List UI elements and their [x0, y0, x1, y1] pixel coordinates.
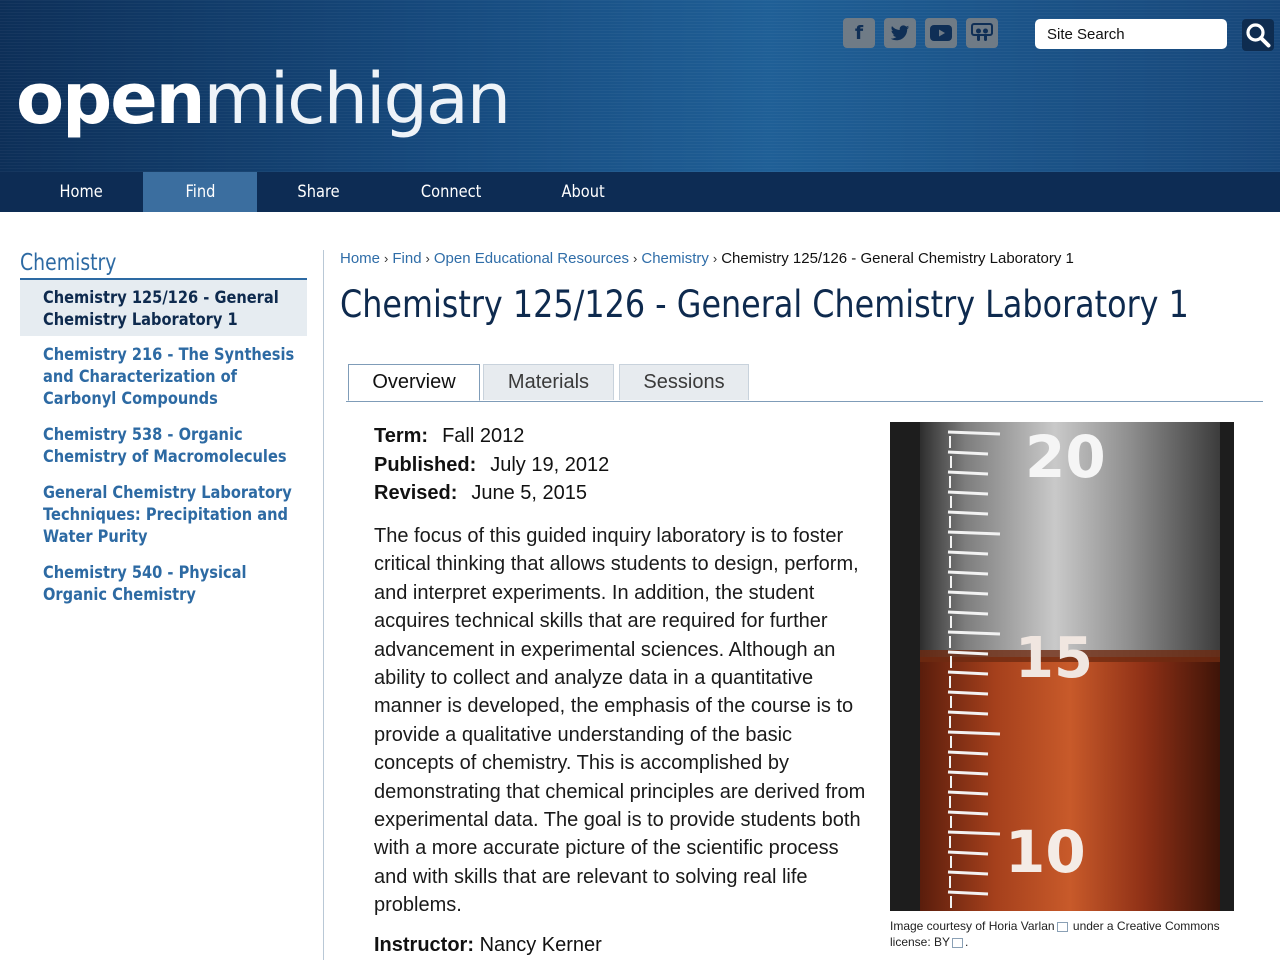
scale-tick	[947, 450, 989, 456]
published-row: Published: July 19, 2012	[374, 451, 609, 480]
youtube-icon[interactable]	[925, 18, 957, 48]
scale-tick	[947, 830, 1001, 836]
breadcrumb-home[interactable]: Home	[340, 250, 380, 267]
revised-label: Revised:	[374, 482, 458, 504]
term-label: Term:	[374, 425, 429, 447]
scale-tick	[947, 530, 1001, 536]
openmichigan-logo[interactable]: openmichigan	[16, 64, 511, 134]
scale-tick	[947, 850, 989, 856]
breadcrumb-current: Chemistry 125/126 - General Chemistry La…	[721, 250, 1074, 267]
instructor-row: Instructor: Nancy Kerner	[374, 934, 602, 957]
image-caption: Image courtesy of Horia Varlan under a C…	[890, 919, 1220, 949]
page-title: Chemistry 125/126 - General Chemistry La…	[340, 283, 1189, 326]
scale-tick	[947, 490, 989, 496]
scale-tick	[947, 670, 989, 676]
scale-tick	[947, 650, 989, 656]
published-value: July 19, 2012	[490, 453, 610, 476]
scale-tick	[947, 770, 989, 776]
sidebar-item-chem-538[interactable]: Chemistry 538 - Organic Chemistry of Mac…	[20, 416, 307, 474]
nav-find[interactable]: Find	[143, 172, 257, 212]
scale-tick	[947, 890, 989, 896]
scale-tick	[947, 590, 989, 596]
breadcrumb: Home › Find › Open Educational Resources › Che…	[340, 250, 1074, 267]
published-label: Published:	[374, 453, 477, 476]
scale-tick	[947, 570, 989, 576]
scale-label-10: 10	[1005, 818, 1086, 886]
tab-bar: Overview Materials Sessions	[346, 364, 1263, 402]
instructor-value: Nancy Kerner	[479, 934, 602, 956]
graduated-cylinder-image: 20 15 10	[890, 422, 1234, 911]
breadcrumb-separator: ›	[425, 251, 430, 266]
sidebar-item-chem-540[interactable]: Chemistry 540 - Physical Organic Chemist…	[20, 554, 307, 612]
site-search-input[interactable]	[1035, 19, 1227, 49]
scale-tick	[947, 810, 989, 816]
scale-tick	[947, 730, 1001, 736]
sidebar-item-general-lab-techniques[interactable]: General Chemistry Laboratory Techniques:…	[20, 474, 307, 554]
scale-tick	[947, 470, 989, 476]
search-icon	[1246, 23, 1271, 48]
nav-about[interactable]: About	[521, 172, 645, 212]
breadcrumb-separator: ›	[633, 251, 638, 266]
scale-tick	[947, 870, 989, 876]
sidebar-item-chem-216[interactable]: Chemistry 216 - The Synthesis and Charac…	[20, 336, 307, 416]
term-value: Fall 2012	[442, 425, 525, 447]
instructor-label: Instructor:	[374, 934, 474, 956]
slideshare-icon[interactable]	[966, 18, 998, 48]
scale-tick	[947, 630, 1001, 636]
scale-tick	[947, 610, 989, 616]
external-link-icon	[952, 937, 964, 948]
course-meta: Term: Fall 2012 Published: July 19, 2012 R…	[374, 422, 609, 508]
sidebar-item-chem-125-126[interactable]: Chemistry 125/126 - General Chemistry La…	[20, 280, 307, 336]
tab-materials[interactable]: Materials	[483, 364, 614, 400]
sidebar-list: Chemistry 125/126 - General Chemistry La…	[20, 280, 307, 612]
logo-michigan-text: michigan	[203, 58, 512, 140]
sidebar: Chemistry Chemistry 125/126 - General Ch…	[20, 250, 307, 612]
breadcrumb-chemistry[interactable]: Chemistry	[641, 250, 709, 267]
facebook-icon[interactable]: f	[843, 18, 875, 48]
scale-tick	[947, 550, 989, 556]
scale-tick	[947, 790, 989, 796]
sidebar-heading[interactable]: Chemistry	[20, 250, 307, 280]
breadcrumb-find[interactable]: Find	[392, 250, 421, 267]
main-nav: Home Find Share Connect About	[0, 172, 1280, 212]
external-link-icon	[1056, 921, 1068, 932]
nav-connect[interactable]: Connect	[381, 172, 521, 212]
scale-tick	[947, 510, 989, 516]
breadcrumb-separator: ›	[384, 251, 389, 266]
twitter-icon[interactable]	[884, 18, 916, 48]
nav-home[interactable]: Home	[0, 172, 162, 212]
scale-tick	[947, 690, 989, 696]
social-links: f	[843, 18, 998, 48]
scale-label-15: 15	[1015, 626, 1093, 691]
tab-overview[interactable]: Overview	[348, 364, 480, 401]
scale-tick	[947, 750, 989, 756]
scale-tick	[947, 710, 989, 716]
scale-tick	[947, 430, 1001, 436]
caption-license-link[interactable]: BY	[934, 935, 950, 949]
course-description: The focus of this guided inquiry laborat…	[374, 525, 866, 917]
scale-label-20: 20	[1025, 423, 1106, 491]
cylinder-illustration: 20 15 10	[890, 422, 1234, 911]
breadcrumb-separator: ›	[712, 251, 718, 266]
revised-row: Revised: June 5, 2015	[374, 479, 609, 508]
breadcrumb-oer[interactable]: Open Educational Resources	[434, 250, 629, 267]
search-button[interactable]	[1242, 19, 1274, 51]
caption-author-link[interactable]: Horia Varlan	[989, 919, 1055, 933]
sidebar-divider	[323, 250, 324, 960]
revised-value: June 5, 2015	[471, 482, 588, 504]
term-row: Term: Fall 2012	[374, 422, 609, 451]
site-header: openmichigan f	[0, 0, 1280, 172]
nav-share[interactable]: Share	[257, 172, 381, 212]
tab-sessions[interactable]: Sessions	[619, 364, 749, 400]
logo-open-text: open	[16, 58, 206, 140]
